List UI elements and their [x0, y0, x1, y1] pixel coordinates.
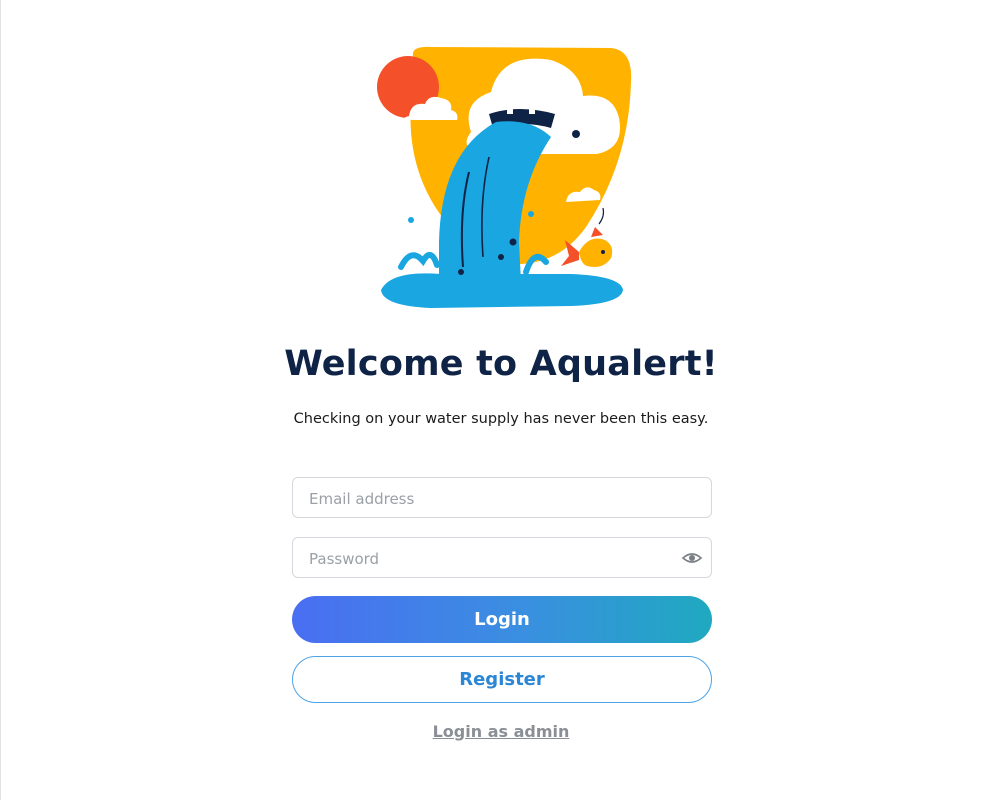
email-field[interactable]	[292, 477, 712, 519]
eye-icon[interactable]	[681, 548, 703, 568]
email-input[interactable]	[307, 478, 671, 519]
waterfall-illustration	[371, 42, 636, 312]
password-input[interactable]	[307, 538, 671, 579]
login-page: Welcome to Aqualert! Checking on your wa…	[0, 0, 1000, 800]
login-as-admin-link[interactable]: Login as admin	[1, 722, 1000, 741]
page-title: Welcome to Aqualert!	[284, 344, 718, 384]
register-button[interactable]: Register	[292, 656, 712, 703]
page-subtitle: Checking on your water supply has never …	[293, 411, 709, 427]
login-button[interactable]: Login	[292, 596, 712, 643]
password-field[interactable]	[292, 537, 712, 579]
